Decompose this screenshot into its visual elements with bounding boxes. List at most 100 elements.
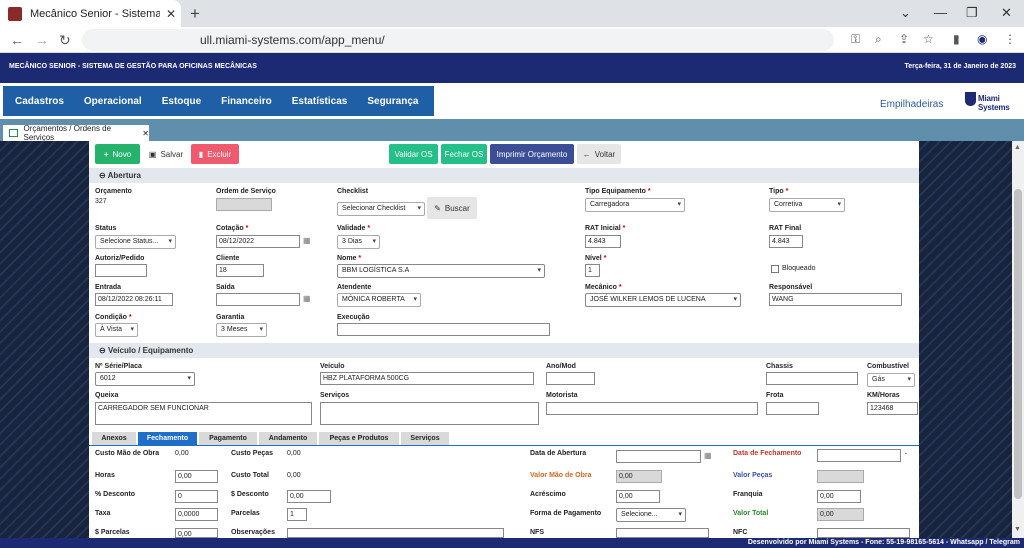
nome-select[interactable]: BBM LOGÍSTICA S.A	[337, 264, 545, 278]
nfc-field[interactable]	[817, 528, 910, 538]
calendar-icon[interactable]: ▦	[704, 451, 712, 460]
browser-menu-icon[interactable]: ⋮	[1004, 32, 1016, 46]
menu-financeiro[interactable]: Financeiro	[209, 96, 280, 107]
voltar-button[interactable]: ← Voltar	[577, 144, 621, 164]
profile-icon[interactable]: ◉	[977, 32, 987, 46]
buscar-button[interactable]: ✎ Buscar	[427, 197, 477, 219]
chassis-field[interactable]	[766, 372, 858, 385]
atendente-select[interactable]: MÔNICA ROBERTA	[337, 293, 421, 307]
nfs-field[interactable]	[616, 528, 709, 538]
scroll-thumb[interactable]	[1014, 189, 1022, 499]
sidepanel-icon[interactable]: ▮	[953, 32, 960, 46]
entrada-field[interactable]: 08/12/2022 08:26:11	[95, 293, 173, 306]
collapse-icon: ⊖	[99, 171, 108, 180]
browser-tab[interactable]: Mecânico Senior - Sistema de Ge ✕	[0, 0, 181, 27]
tab-servicos[interactable]: Serviços	[401, 432, 449, 445]
close-tab-icon[interactable]: ✕	[166, 7, 176, 21]
address-bar[interactable]: ull.miami-systems.com/app_menu/	[82, 29, 834, 51]
validade-select[interactable]: 3 Dias	[337, 235, 380, 249]
veiculo-field[interactable]: HBZ PLATAFORMA 500CG	[320, 372, 534, 385]
forward-icon[interactable]: →	[35, 32, 49, 48]
km-horas-field[interactable]: 123468	[867, 402, 918, 415]
forma-pagamento-select[interactable]: Selecione...	[616, 508, 686, 522]
scroll-down-icon[interactable]: ▼	[1014, 526, 1021, 533]
menu-estatisticas[interactable]: Estatísticas	[280, 96, 356, 107]
bookmark-star-icon[interactable]: ☆	[923, 32, 934, 46]
excluir-button[interactable]: ▮ Excluir	[191, 144, 239, 164]
pct-desconto-field[interactable]: 0	[175, 490, 218, 503]
data-abertura-field[interactable]	[616, 450, 701, 463]
novo-button[interactable]: + Novo	[95, 144, 140, 164]
scroll-up-icon[interactable]: ▲	[1014, 144, 1021, 151]
horas-field[interactable]: 0,00	[175, 470, 218, 483]
share-icon[interactable]: ⇪	[899, 32, 909, 46]
section-veiculo[interactable]: ⊖ Veículo / Equipamento	[89, 343, 919, 358]
back-icon[interactable]: ←	[10, 32, 24, 48]
tab-anexos[interactable]: Anexos	[92, 432, 136, 445]
imprimir-orcamento-button[interactable]: Imprimir Orçamento	[490, 144, 574, 164]
responsavel-field[interactable]: WANG	[769, 293, 902, 306]
minimize-icon[interactable]: —	[934, 5, 947, 20]
reload-icon[interactable]: ↻	[59, 32, 71, 49]
calendar-icon[interactable]: ▦	[303, 294, 311, 303]
restore-icon[interactable]: ❐	[966, 5, 978, 21]
zoom-icon[interactable]: ⌕	[875, 32, 882, 47]
nivel-field[interactable]: 1	[585, 264, 600, 277]
menu-operacional[interactable]: Operacional	[72, 96, 150, 107]
tipo-label: Tipo *	[769, 188, 789, 195]
new-tab-icon[interactable]: +	[190, 4, 200, 24]
frota-field[interactable]	[766, 402, 819, 415]
s-parcelas-field[interactable]: 0,00	[175, 528, 218, 538]
rat-final-field[interactable]: 4.843	[769, 235, 803, 248]
clock-icon[interactable]: ◔	[903, 451, 907, 458]
section-abertura[interactable]: ⊖ Abertura	[89, 168, 919, 183]
close-window-icon[interactable]: ✕	[1001, 5, 1012, 21]
condicao-select[interactable]: À Vista	[95, 323, 138, 337]
desconto-field[interactable]: 0,00	[287, 490, 331, 503]
tab-fechamento[interactable]: Fechamento	[138, 432, 197, 445]
motorista-field[interactable]	[546, 402, 758, 415]
checklist-select[interactable]: Selecionar Checklist	[337, 202, 425, 216]
data-fechamento-field[interactable]	[817, 449, 901, 462]
rat-inicial-field[interactable]: 4.843	[585, 235, 621, 248]
fechar-os-button[interactable]: Fechar OS	[441, 144, 487, 164]
page-scrollbar[interactable]: ▲ ▼	[1012, 141, 1024, 538]
close-doc-tab-icon[interactable]: ✕	[142, 129, 149, 138]
status-select[interactable]: Selecione Status...	[95, 235, 176, 249]
ano-mod-field[interactable]	[546, 372, 595, 385]
serie-placa-select[interactable]: 6012	[95, 372, 195, 386]
miami-logo-text: Miami Systems	[978, 94, 1010, 112]
tab-pecas-produtos[interactable]: Peças e Produtos	[319, 432, 399, 445]
validar-os-button[interactable]: Validar OS	[389, 144, 438, 164]
tipo-equipamento-select[interactable]: Carregadora	[585, 198, 685, 212]
salvar-button[interactable]: ▣ Salvar	[143, 144, 189, 164]
form-panel: + Novo ▣ Salvar ▮ Excluir Validar OS Fechar…	[89, 141, 919, 538]
taxa-field[interactable]: 0,0000	[175, 508, 218, 521]
garantia-select[interactable]: 3 Meses	[216, 323, 267, 337]
doc-tab-orcamentos[interactable]: Orçamentos / Ordens de Serviços ✕	[3, 124, 149, 142]
autoriz-pedido-field[interactable]	[95, 264, 147, 277]
menu-cadastros[interactable]: Cadastros	[3, 96, 72, 107]
tab-search-icon[interactable]: ⌄	[900, 5, 911, 21]
saida-field[interactable]	[216, 293, 300, 306]
parcelas-field[interactable]: 1	[287, 508, 307, 521]
menu-sair[interactable]: Sair	[426, 96, 465, 107]
franquia-field[interactable]: 0,00	[817, 490, 861, 503]
acrescimo-field[interactable]: 0,00	[616, 490, 660, 503]
cotacao-field[interactable]: 08/12/2022	[216, 235, 300, 248]
bloqueado-checkbox[interactable]	[771, 265, 779, 273]
tab-pagamento[interactable]: Pagamento	[199, 432, 257, 445]
execucao-field[interactable]	[337, 323, 550, 336]
queixa-textarea[interactable]: CARREGADOR SEM FUNCIONAR	[95, 402, 312, 425]
cliente-field[interactable]: 18	[216, 264, 264, 277]
menu-estoque[interactable]: Estoque	[150, 96, 209, 107]
tipo-select[interactable]: Corretiva	[769, 198, 845, 212]
mecanico-select[interactable]: JOSÉ WILKER LEMOS DE LUCENA	[585, 293, 741, 307]
combustivel-select[interactable]: Gás	[867, 373, 915, 387]
menu-seguranca[interactable]: Segurança	[355, 96, 426, 107]
observacoes-field[interactable]	[287, 528, 504, 538]
calendar-icon[interactable]: ▦	[303, 236, 311, 245]
key-icon[interactable]: ⚿	[851, 32, 860, 47]
tab-andamento[interactable]: Andamento	[259, 432, 317, 445]
servicos-textarea[interactable]	[320, 402, 539, 425]
